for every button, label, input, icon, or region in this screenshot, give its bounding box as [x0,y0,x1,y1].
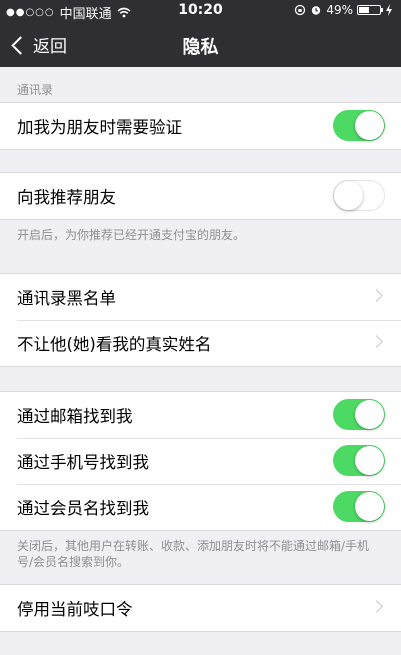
verify-row: 加我为朋友时需要验证 [0,103,401,149]
contacts-section-label: 通讯录 [17,83,54,97]
member-label: 通过会员名找到我 [17,499,149,518]
status-bar: ●●○○○ 中国联通 10:20 49% [0,0,401,22]
chevron-right-icon [370,600,383,613]
email-row: 通过邮箱找到我 [0,392,401,438]
verify-label: 加我为朋友时需要验证 [17,118,182,137]
hide-name-label: 不让他(她)看我的真实姓名 [17,335,212,354]
battery-percent: 49% [326,3,353,17]
member-toggle[interactable] [333,491,385,522]
hide-name-row[interactable]: 不让他(她)看我的真实姓名 [0,320,401,366]
charging-icon [386,4,392,16]
phone-label: 通过手机号找到我 [17,453,149,472]
orientation-lock-icon [295,4,306,16]
contacts-group: 加我为朋友时需要验证 [0,102,401,150]
recommend-note: 开启后，为你推荐已经开通支付宝的朋友。 [17,228,246,242]
member-row: 通过会员名找到我 [0,484,401,530]
toggle-knob [355,111,384,140]
nav-bar: 返回 隐私 [0,22,401,67]
find-me-note: 关闭后，其他用户在转账、收款、添加朋友时将不能通过邮箱/手机号/会员名搜索到你。 [17,539,370,569]
alarm-icon [312,6,321,15]
toggle-knob [355,446,384,475]
blacklist-label: 通讯录黑名单 [17,289,116,308]
page-title: 隐私 [182,37,219,58]
passcode-group: 停用当前吱口令 [0,584,401,632]
email-toggle[interactable] [333,399,385,430]
blacklist-row[interactable]: 通讯录黑名单 [0,274,401,320]
recommend-label: 向我推荐朋友 [17,188,116,207]
find-me-group: 通过邮箱找到我 通过手机号找到我 通过会员名找到我 [0,391,401,531]
recommend-group: 向我推荐朋友 [0,172,401,220]
battery-fill [359,7,369,13]
email-label: 通过邮箱找到我 [17,407,133,426]
chevron-right-icon [370,289,383,302]
battery-icon [357,5,383,15]
verify-toggle[interactable] [333,110,385,141]
toggle-knob [355,492,384,521]
toggle-knob [355,400,384,429]
lists-group: 通讯录黑名单 不让他(她)看我的真实姓名 [0,273,401,367]
phone-row: 通过手机号找到我 [0,438,401,484]
chevron-right-icon [370,335,383,348]
status-right: 49% [294,3,393,17]
toggle-knob [334,181,363,210]
top-bar: ●●○○○ 中国联通 10:20 49% 返回 隐私 [0,0,401,67]
phone-toggle[interactable] [333,445,385,476]
recommend-row: 向我推荐朋友 [0,173,401,219]
passcode-label: 停用当前吱口令 [17,600,133,619]
recommend-toggle[interactable] [333,180,385,211]
passcode-row[interactable]: 停用当前吱口令 [0,585,401,631]
